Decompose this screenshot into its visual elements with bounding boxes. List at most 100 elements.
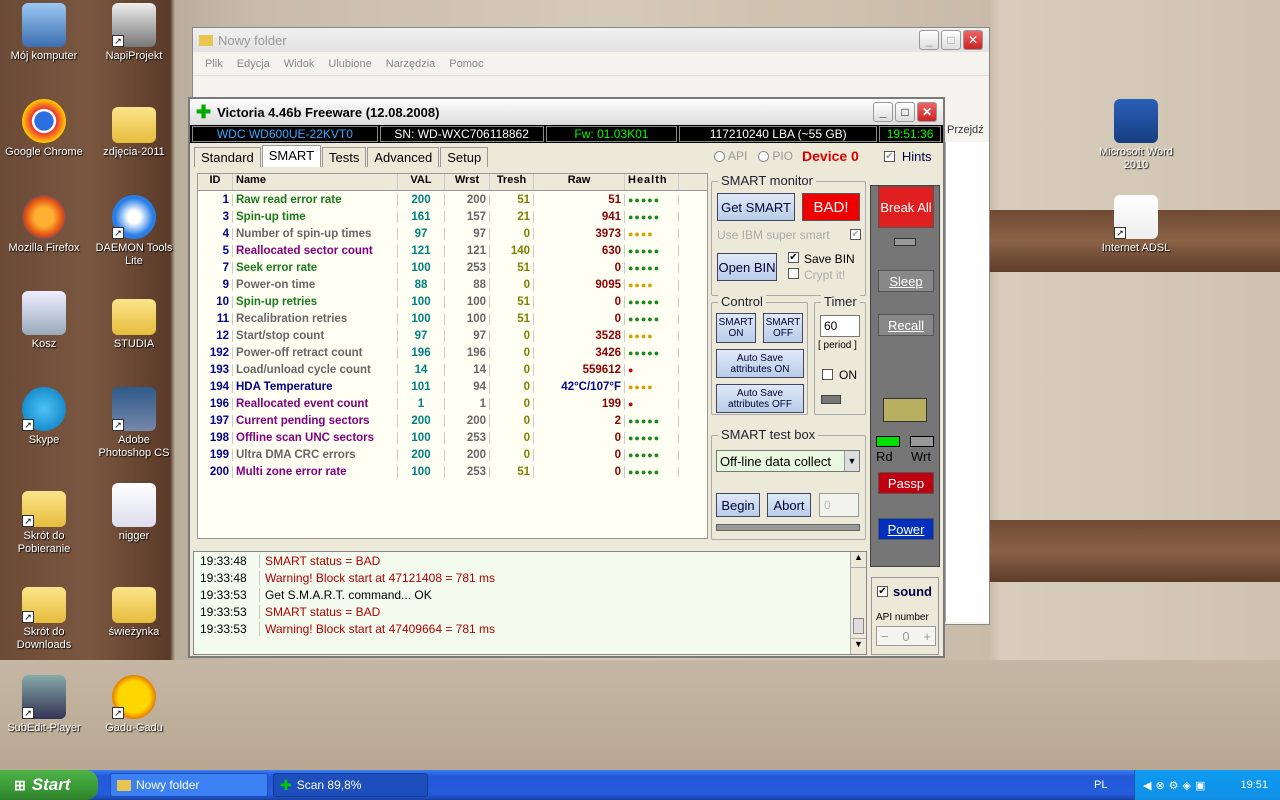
cell-tresh: 0 bbox=[490, 397, 534, 410]
victoria-titlebar[interactable]: ✚ Victoria 4.46b Freeware (12.08.2008) _… bbox=[190, 99, 943, 125]
desktop-icon[interactable]: ↗ Skrót do Pobieranie bbox=[1, 483, 87, 556]
scroll-up-icon[interactable]: ▲ bbox=[851, 552, 866, 568]
internet-adsl-icon: ↗ bbox=[1114, 195, 1158, 239]
menu-item[interactable]: Edycja bbox=[237, 58, 270, 70]
table-row[interactable]: 193 Load/unload cycle count 14 14 0 559612 ● bbox=[198, 361, 707, 378]
api-radio[interactable] bbox=[714, 150, 725, 162]
desktop-icon[interactable]: nigger bbox=[91, 483, 177, 543]
tab-tests[interactable]: Tests bbox=[322, 147, 367, 167]
victoria-window[interactable]: ✚ Victoria 4.46b Freeware (12.08.2008) _… bbox=[188, 97, 945, 658]
menu-item[interactable]: Widok bbox=[284, 58, 315, 70]
language-indicator[interactable]: PL bbox=[1094, 779, 1107, 791]
open-bin-button[interactable]: Open BIN bbox=[717, 253, 777, 281]
tray-icons[interactable]: ◀⊗⚙◈▣ bbox=[1143, 779, 1209, 792]
tab-advanced[interactable]: Advanced bbox=[367, 147, 440, 167]
minus-icon[interactable]: − bbox=[881, 629, 889, 644]
sleep-button[interactable]: Sleep bbox=[878, 270, 934, 292]
desktop-icon[interactable]: Kosz bbox=[1, 291, 87, 351]
recall-button[interactable]: Recall bbox=[878, 314, 934, 336]
desktop-icon[interactable]: zdjęcia-2011 bbox=[91, 99, 177, 159]
timer-on-checkbox[interactable] bbox=[822, 369, 833, 380]
maximize-button[interactable]: □ bbox=[895, 102, 915, 122]
log-panel[interactable]: 19:33:48 SMART status = BAD 19:33:48 Warnin… bbox=[193, 551, 867, 655]
table-row[interactable]: 7 Seek error rate 100 253 51 0 ●●●●● bbox=[198, 259, 707, 276]
folder-icon bbox=[112, 299, 156, 335]
get-smart-button[interactable]: Get SMART bbox=[717, 193, 795, 221]
desktop-icon[interactable]: ↗ Skype bbox=[1, 387, 87, 447]
go-button[interactable]: Przejdź bbox=[947, 124, 984, 136]
explorer-titlebar[interactable]: Nowy folder _ □ ✕ bbox=[193, 28, 989, 52]
task-nowy-folder[interactable]: Nowy folder bbox=[110, 773, 268, 797]
table-row[interactable]: 3 Spin-up time 161 157 21 941 ●●●●● bbox=[198, 208, 707, 225]
break-all-button[interactable]: Break All bbox=[878, 186, 934, 228]
timer-input[interactable]: 60 bbox=[820, 315, 860, 337]
desktop-icon[interactable]: Mój komputer bbox=[1, 3, 87, 63]
tab-setup[interactable]: Setup bbox=[440, 147, 489, 167]
table-row[interactable]: 4 Number of spin-up times 97 97 0 3973 ●●●● bbox=[198, 225, 707, 242]
table-row[interactable]: 5 Reallocated sector count 121 121 140 630 ●●●… bbox=[198, 242, 707, 259]
abort-button[interactable]: Abort bbox=[767, 493, 811, 517]
auto-save-on-button[interactable]: Auto Save attributes ON bbox=[716, 349, 804, 378]
close-button[interactable]: ✕ bbox=[963, 30, 983, 50]
desktop-icon[interactable]: ↗ Internet ADSL bbox=[1093, 195, 1179, 255]
table-row[interactable]: 1 Raw read error rate 200 200 51 51 ●●●●● bbox=[198, 191, 707, 208]
smart-off-button[interactable]: SMART OFF bbox=[763, 313, 803, 343]
minimize-button[interactable]: _ bbox=[873, 102, 893, 122]
smart-on-button[interactable]: SMART ON bbox=[716, 313, 756, 343]
desktop-icon[interactable]: Mozilla Firefox bbox=[1, 195, 87, 255]
desktop-icon[interactable]: STUDIA bbox=[91, 291, 177, 351]
desktop-icon[interactable]: ↗ DAEMON Tools Lite bbox=[91, 195, 177, 268]
table-row[interactable]: 11 Recalibration retries 100 100 51 0 ●●●●● bbox=[198, 310, 707, 327]
table-row[interactable]: 12 Start/stop count 97 97 0 3528 ●●●● bbox=[198, 327, 707, 344]
desktop-icon[interactable]: ↗ Gadu-Gadu bbox=[91, 675, 177, 735]
task-victoria[interactable]: ✚ Scan 89,8% bbox=[273, 773, 428, 797]
crypt-checkbox[interactable] bbox=[788, 268, 799, 279]
plus-icon[interactable]: + bbox=[923, 629, 931, 644]
menu-item[interactable]: Ulubione bbox=[328, 58, 371, 70]
power-button[interactable]: Power bbox=[878, 518, 934, 540]
test-select[interactable]: Off-line data collect ▼ bbox=[716, 450, 860, 472]
desktop-icon[interactable]: Google Chrome bbox=[1, 99, 87, 159]
table-row[interactable]: 194 HDA Temperature 101 94 0 42°C/107°F ●●●● bbox=[198, 378, 707, 395]
desktop-icon[interactable]: ↗ Skrót do Downloads bbox=[1, 579, 87, 652]
table-row[interactable]: 200 Multi zone error rate 100 253 51 0 ●●●●● bbox=[198, 463, 707, 480]
scroll-down-icon[interactable]: ▼ bbox=[851, 638, 866, 654]
table-row[interactable]: 10 Spin-up retries 100 100 51 0 ●●●●● bbox=[198, 293, 707, 310]
test-number-field[interactable]: 0 bbox=[819, 493, 859, 517]
hints-checkbox[interactable]: ✔ bbox=[883, 150, 895, 162]
begin-button[interactable]: Begin bbox=[716, 493, 760, 517]
table-row[interactable]: 196 Reallocated event count 1 1 0 199 ● bbox=[198, 395, 707, 412]
table-row[interactable]: 197 Current pending sectors 200 200 0 2 ●●●●● bbox=[198, 412, 707, 429]
api-number-stepper[interactable]: − 0 + bbox=[876, 626, 936, 646]
ibm-checkbox[interactable]: ✔ bbox=[850, 229, 861, 240]
desktop-icon[interactable]: świeżynka bbox=[91, 579, 177, 639]
smart-grid[interactable]: ID Name VAL Wrst Tresh Raw Health 1 Raw r… bbox=[197, 173, 708, 539]
start-button[interactable]: ⊞ Start bbox=[0, 770, 98, 800]
chevron-down-icon[interactable]: ▼ bbox=[844, 451, 859, 471]
scroll-thumb[interactable] bbox=[853, 618, 864, 634]
cell-name: HDA Temperature bbox=[233, 380, 398, 393]
pio-radio[interactable] bbox=[758, 150, 770, 162]
log-scrollbar[interactable]: ▲ ▼ bbox=[850, 552, 866, 654]
table-row[interactable]: 192 Power-off retract count 196 196 0 3426 ●●●… bbox=[198, 344, 707, 361]
minimize-button[interactable]: _ bbox=[919, 30, 939, 50]
menu-item[interactable]: Pomoc bbox=[449, 58, 483, 70]
table-row[interactable]: 199 Ultra DMA CRC errors 200 200 0 0 ●●●●● bbox=[198, 446, 707, 463]
table-row[interactable]: 198 Offline scan UNC sectors 100 253 0 0 ●●●●● bbox=[198, 429, 707, 446]
table-row[interactable]: 9 Power-on time 88 88 0 9095 ●●●● bbox=[198, 276, 707, 293]
desktop-icon[interactable]: ↗ SubEdit-Player bbox=[1, 675, 87, 735]
desktop-icon[interactable]: ↗ Adobe Photoshop CS bbox=[91, 387, 177, 460]
close-button[interactable]: ✕ bbox=[917, 102, 937, 122]
sound-checkbox[interactable]: ✔ bbox=[877, 586, 888, 597]
desktop-icon[interactable]: Microsoft Word 2010 bbox=[1093, 99, 1179, 172]
desktop-icon[interactable]: ↗ NapiProjekt bbox=[91, 3, 177, 63]
auto-save-off-button[interactable]: Auto Save attributes OFF bbox=[716, 384, 804, 413]
menu-item[interactable]: Plik bbox=[205, 58, 223, 70]
maximize-button[interactable]: □ bbox=[941, 30, 961, 50]
menu-item[interactable]: Narzędzia bbox=[386, 58, 436, 70]
save-bin-checkbox[interactable]: ✔ bbox=[788, 252, 799, 263]
tab-smart[interactable]: SMART bbox=[261, 145, 322, 167]
computer-icon bbox=[22, 3, 66, 47]
passp-button[interactable]: Passp bbox=[878, 472, 934, 494]
tab-standard[interactable]: Standard bbox=[194, 147, 261, 167]
